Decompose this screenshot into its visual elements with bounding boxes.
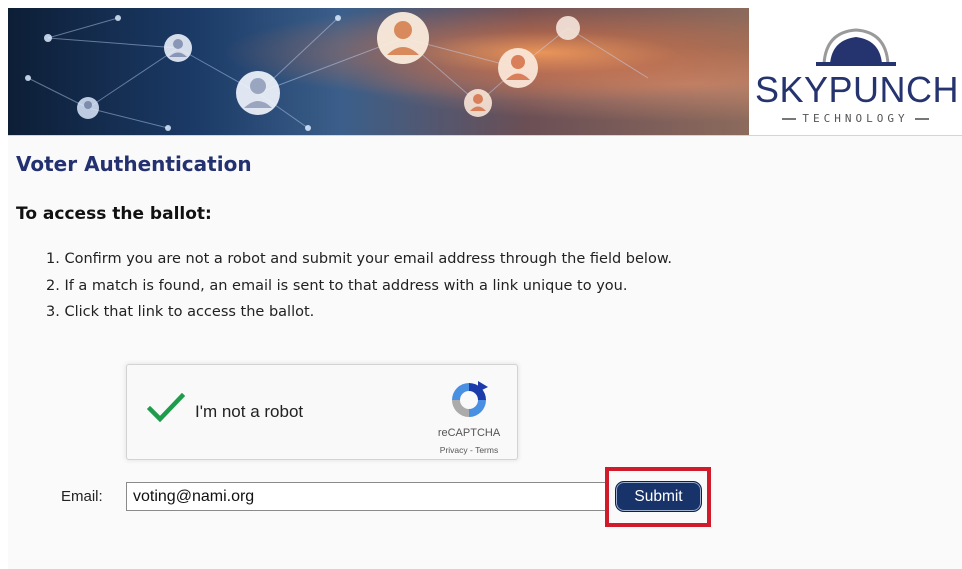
terms-link[interactable]: Terms xyxy=(475,445,498,455)
instruction-step: 1. Confirm you are not a robot and submi… xyxy=(46,251,672,267)
instruction-list: 1. Confirm you are not a robot and submi… xyxy=(46,246,672,326)
logo-name: SKYPUNCH xyxy=(754,69,960,110)
recaptcha-links: Privacy - Terms xyxy=(429,445,509,455)
submit-button[interactable]: Submit xyxy=(615,481,702,512)
instruction-step: 2. If a match is found, an email is sent… xyxy=(46,277,628,294)
network-graphic xyxy=(25,12,649,131)
banner-network-image xyxy=(8,8,749,135)
header-banner: SKYPUNCH TECHNOLOGY xyxy=(8,8,962,136)
page-container: SKYPUNCH TECHNOLOGY Voter Authentication… xyxy=(8,8,962,569)
instruction-step: 3. Click that link to access the ballot. xyxy=(46,304,315,320)
section-heading: To access the ballot: xyxy=(16,204,212,224)
recaptcha-checkbox[interactable] xyxy=(146,392,186,427)
cloud-dome-icon xyxy=(816,28,896,66)
checkmark-icon xyxy=(146,392,186,423)
recaptcha-widget: I'm not a robot reCAPTCHA Privacy - Term… xyxy=(126,364,518,460)
recaptcha-logo-icon xyxy=(452,381,488,417)
email-label: Email: xyxy=(61,488,103,505)
links-separator: - xyxy=(467,445,476,455)
logo-tagline: TECHNOLOGY xyxy=(749,112,962,125)
skypunch-logo: SKYPUNCH TECHNOLOGY xyxy=(749,8,962,135)
recaptcha-label: I'm not a robot xyxy=(195,402,304,421)
privacy-link[interactable]: Privacy xyxy=(440,445,468,455)
page-title: Voter Authentication xyxy=(16,152,252,176)
email-field[interactable] xyxy=(126,482,608,511)
recaptcha-brand: reCAPTCHA xyxy=(437,427,501,439)
